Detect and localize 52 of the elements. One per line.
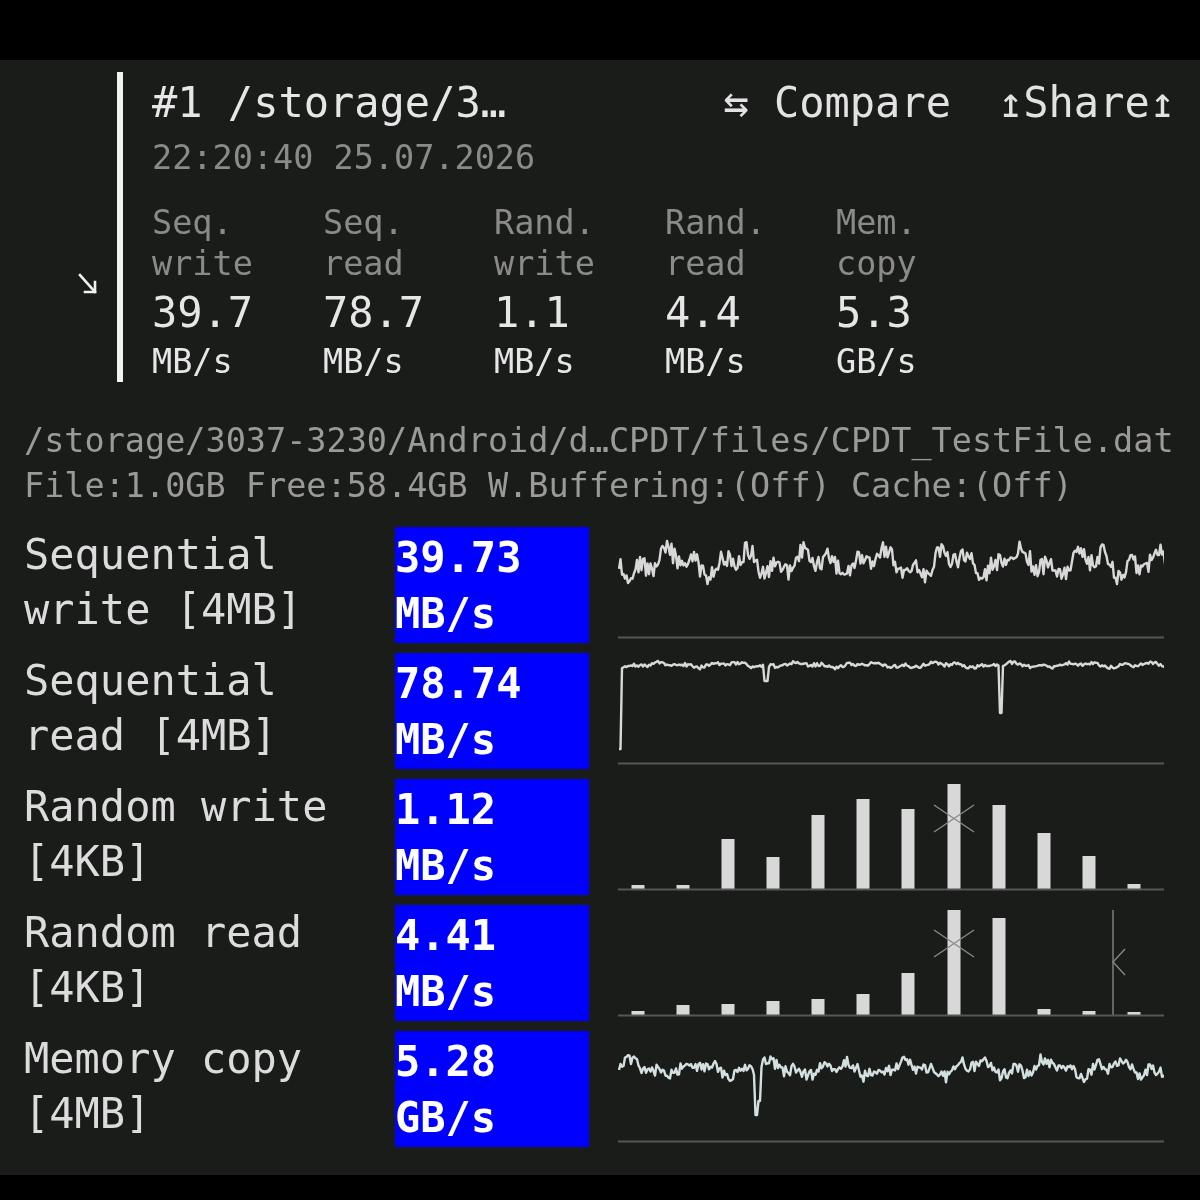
- speed-bar: [1127, 884, 1141, 889]
- metric-value: 5.3: [836, 288, 912, 338]
- file-details: File:1.0GB Free:58.4GB W.Buffering:(Off) Cache:(Off): [24, 465, 1073, 507]
- peak-marker-icon: [933, 929, 975, 958]
- result-title: #1 /storage/3…: [152, 77, 506, 129]
- metric-label: Mem. copy: [836, 202, 918, 284]
- peak-marker-icon: [933, 804, 975, 833]
- speed-bar: [901, 973, 915, 1015]
- result-value: 4.41 MB/s: [395, 905, 589, 1021]
- speed-bar: [631, 1011, 645, 1015]
- metric-label: Rand. read: [665, 202, 767, 284]
- timestamp: 22:20:40 25.07.2026: [152, 137, 536, 179]
- test-label: Random read [4KB]: [24, 907, 304, 1014]
- metric-label: Seq. write: [152, 202, 254, 284]
- metric-unit: MB/s: [494, 341, 575, 383]
- speed-bar: [1037, 833, 1051, 889]
- speed-bar: [766, 857, 780, 889]
- speed-bar: [1082, 856, 1096, 889]
- test-label: Sequential write [4MB]: [24, 529, 304, 636]
- metric-value: 1.1: [494, 288, 570, 338]
- speed-bar: [721, 839, 735, 889]
- cursor-marker-icon: [1112, 909, 1126, 1016]
- result-value: 1.12 MB/s: [395, 779, 589, 895]
- result-value: 39.73 MB/s: [395, 527, 589, 643]
- metric-value: 39.7: [152, 288, 254, 338]
- result-value: 5.28 GB/s: [395, 1031, 589, 1147]
- metric-unit: MB/s: [665, 341, 746, 383]
- metric-value: 4.4: [665, 288, 741, 338]
- metric-unit: GB/s: [836, 341, 917, 383]
- speed-bar: [721, 1004, 735, 1015]
- share-button[interactable]: ↥Share↥: [998, 72, 1175, 134]
- result-value: 78.74 MB/s: [395, 653, 589, 769]
- metric-label: Seq. read: [323, 202, 405, 284]
- speed-bar: [1127, 1012, 1141, 1015]
- metric-unit: MB/s: [152, 341, 233, 383]
- metric-value: 78.7: [323, 288, 425, 338]
- speed-bar: [1082, 1011, 1096, 1015]
- speed-bar: [811, 999, 825, 1015]
- test-label: Memory copy [4MB]: [24, 1033, 304, 1140]
- test-label: Sequential read [4MB]: [24, 655, 278, 762]
- speed-bar: [676, 885, 690, 889]
- speed-bar: [631, 885, 645, 889]
- speed-bar: [766, 1001, 780, 1015]
- arrow-down-right-icon[interactable]: [78, 273, 98, 295]
- speed-bar: [1037, 1009, 1051, 1015]
- test-label: Random write [4KB]: [24, 781, 329, 888]
- speed-bar: [676, 1005, 690, 1015]
- metric-unit: MB/s: [323, 341, 404, 383]
- file-path: /storage/3037-3230/Android/d…CPDT/files/CPDT_TestFile.dat: [24, 420, 1174, 463]
- speed-bar: [856, 994, 870, 1015]
- compare-button[interactable]: ⇆ Compare: [723, 72, 951, 134]
- metric-label: Rand. write: [494, 202, 596, 284]
